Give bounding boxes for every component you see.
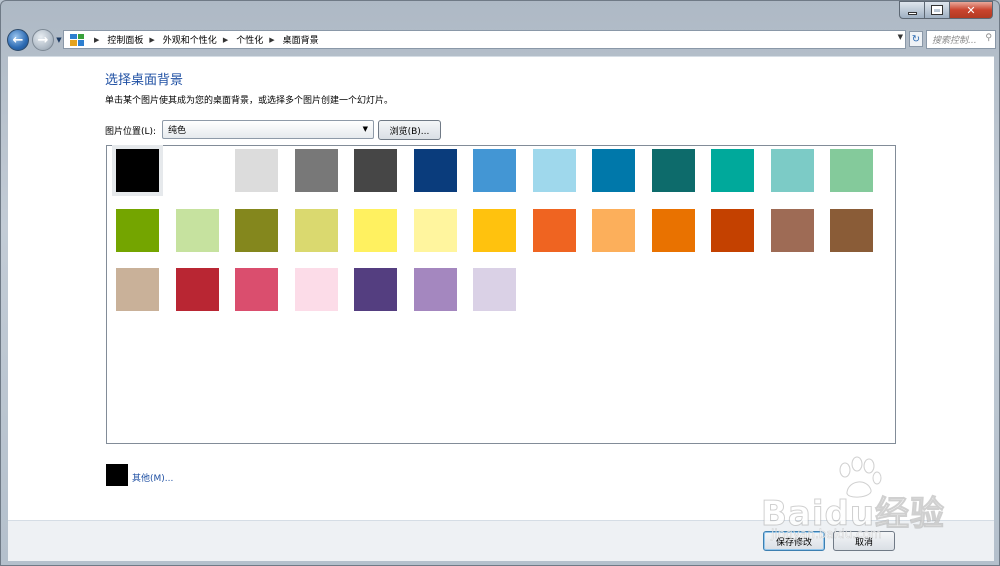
- color-swatch[interactable]: [413, 268, 457, 311]
- page-description: 单击某个图片使其成为您的桌面背景，或选择多个图片创建一个幻灯片。: [105, 96, 394, 106]
- breadcrumb-appearance[interactable]: 外观和个性化: [163, 33, 217, 46]
- maximize-button[interactable]: [925, 1, 950, 19]
- search-input[interactable]: 搜索控制... ⚲: [926, 30, 996, 49]
- color-swatch[interactable]: [294, 149, 338, 192]
- color-swatch[interactable]: [532, 208, 576, 252]
- forward-button[interactable]: →: [32, 29, 54, 51]
- browse-button[interactable]: 浏览(B)...: [378, 120, 441, 140]
- color-swatch[interactable]: [175, 149, 219, 192]
- control-panel-icon: [70, 33, 84, 46]
- color-swatch[interactable]: [354, 208, 397, 252]
- color-swatch[interactable]: [235, 149, 278, 192]
- color-swatch[interactable]: [473, 149, 516, 192]
- minimize-button[interactable]: [899, 1, 925, 19]
- color-swatch[interactable]: [354, 268, 397, 311]
- breadcrumb-separator-icon[interactable]: ▶: [149, 36, 154, 44]
- color-swatch[interactable]: [175, 208, 219, 252]
- maximize-icon: [931, 5, 943, 15]
- window-frame: ✕ ← → ▼ ▶ 控制面板 ▶ 外观和个性化 ▶ 个性化 ▶ 桌面背景 ▼ ↻…: [0, 0, 1000, 566]
- color-swatch[interactable]: [413, 208, 457, 252]
- search-icon[interactable]: ⚲: [985, 33, 992, 43]
- color-swatch[interactable]: [354, 149, 397, 192]
- color-swatch[interactable]: [830, 149, 873, 192]
- page-title: 选择桌面背景: [105, 73, 184, 88]
- color-swatch[interactable]: [473, 268, 516, 311]
- cancel-button[interactable]: 取消: [833, 531, 895, 551]
- color-swatch[interactable]: [830, 208, 873, 252]
- color-swatch[interactable]: [116, 208, 159, 252]
- current-color-preview[interactable]: [106, 464, 128, 486]
- save-changes-button[interactable]: 保存修改: [763, 531, 825, 551]
- address-dropdown-icon[interactable]: ▼: [898, 33, 903, 41]
- dialog-footer: 保存修改 取消: [8, 520, 994, 561]
- caption-buttons: ✕: [899, 1, 993, 20]
- color-swatch[interactable]: [235, 208, 278, 252]
- refresh-button[interactable]: ↻: [909, 31, 923, 47]
- color-swatch[interactable]: [592, 208, 635, 252]
- color-swatch[interactable]: [711, 208, 754, 252]
- color-swatch[interactable]: [651, 208, 695, 252]
- main-content: 选择桌面背景 单击某个图片使其成为您的桌面背景，或选择多个图片创建一个幻灯片。 …: [8, 56, 994, 520]
- color-swatch[interactable]: [770, 149, 814, 192]
- color-swatch[interactable]: [175, 268, 219, 311]
- picture-location-value: 纯色: [168, 126, 187, 136]
- color-swatch[interactable]: [592, 149, 635, 192]
- color-swatch[interactable]: [473, 208, 516, 252]
- back-button[interactable]: ←: [7, 29, 29, 51]
- breadcrumb-personalization[interactable]: 个性化: [236, 33, 263, 46]
- color-swatch-grid: [106, 145, 896, 444]
- color-swatch[interactable]: [116, 268, 159, 311]
- color-swatch[interactable]: [532, 149, 576, 192]
- minimize-icon: [907, 11, 917, 15]
- chevron-down-icon: ▼: [362, 125, 368, 133]
- breadcrumb-desktop-background[interactable]: 桌面背景: [283, 33, 319, 46]
- picture-location-select[interactable]: 纯色 ▼: [162, 120, 374, 139]
- breadcrumb-control-panel[interactable]: 控制面板: [107, 33, 143, 46]
- color-swatch[interactable]: [711, 149, 754, 192]
- breadcrumb-separator-icon[interactable]: ▶: [269, 36, 274, 44]
- color-swatch[interactable]: [294, 268, 338, 311]
- color-swatch[interactable]: [413, 149, 457, 192]
- picture-location-label: 图片位置(L):: [105, 127, 157, 137]
- refresh-icon: ↻: [911, 33, 921, 45]
- color-swatch[interactable]: [112, 145, 163, 196]
- chevron-down-icon: ▼: [56, 36, 62, 44]
- other-colors-link[interactable]: 其他(M)...: [132, 471, 173, 484]
- breadcrumb-separator-icon[interactable]: ▶: [94, 36, 99, 44]
- address-bar[interactable]: ▶ 控制面板 ▶ 外观和个性化 ▶ 个性化 ▶ 桌面背景 ▼: [63, 30, 906, 49]
- close-icon: ✕: [966, 3, 976, 17]
- breadcrumb-separator-icon[interactable]: ▶: [223, 36, 228, 44]
- navigation-bar: ← → ▼ ▶ 控制面板 ▶ 外观和个性化 ▶ 个性化 ▶ 桌面背景 ▼ ↻ 搜…: [7, 27, 996, 53]
- color-swatch[interactable]: [770, 208, 814, 252]
- color-swatch[interactable]: [651, 149, 695, 192]
- color-swatch[interactable]: [294, 208, 338, 252]
- back-arrow-icon: ←: [12, 32, 24, 48]
- color-swatch[interactable]: [235, 268, 278, 311]
- forward-arrow-icon: →: [37, 32, 49, 48]
- search-placeholder: 搜索控制...: [932, 36, 977, 46]
- close-button[interactable]: ✕: [950, 1, 993, 19]
